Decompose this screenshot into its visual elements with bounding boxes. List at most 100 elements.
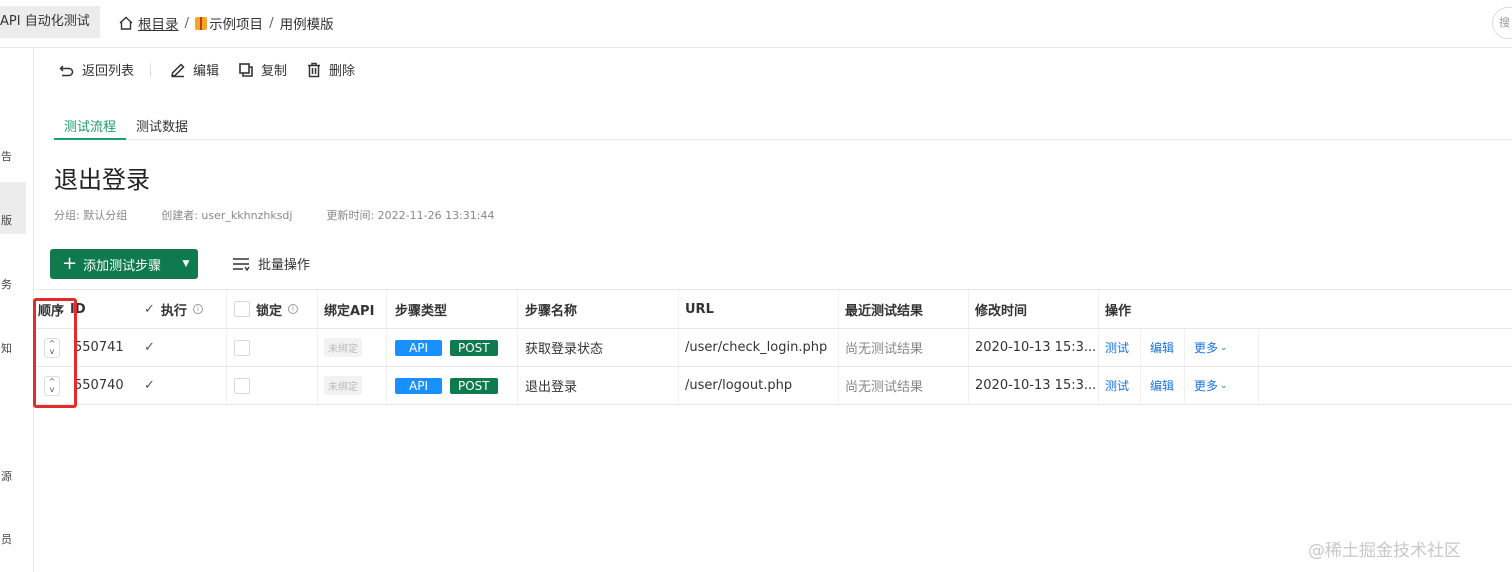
edit-button[interactable]: 编辑 xyxy=(169,60,219,79)
table-header-row: 顺序 ID ✓ 执行 i 锁定 i 绑定API 步骤类型 步骤名称 URL 最近… xyxy=(34,289,1512,329)
lock-all-checkbox[interactable] xyxy=(234,301,250,317)
column-divider xyxy=(968,367,969,404)
toolbar: 返回列表 编辑 复制 删除 xyxy=(58,60,373,79)
column-divider xyxy=(1184,367,1185,404)
tab-test-data[interactable]: 测试数据 xyxy=(126,112,198,140)
step-url: /user/check_login.php xyxy=(685,340,828,355)
back-to-list-button[interactable]: 返回列表 xyxy=(58,60,134,79)
return-icon xyxy=(59,64,74,76)
column-divider xyxy=(838,367,839,404)
back-label: 返回列表 xyxy=(82,64,135,79)
search-button[interactable]: 搜 xyxy=(1492,7,1512,39)
column-divider xyxy=(226,290,227,328)
tab-bar: 测试流程 测试数据 xyxy=(54,112,1512,140)
batch-operation-button[interactable]: 批量操作 xyxy=(232,254,310,273)
edit-label: 编辑 xyxy=(193,64,220,79)
column-divider xyxy=(386,329,387,366)
execute-checkbox[interactable]: ✓ xyxy=(144,329,155,366)
header-lock-label: 锁定 xyxy=(256,303,283,319)
header-ops: 操作 xyxy=(1105,303,1132,319)
tab-test-flow[interactable]: 测试流程 xyxy=(54,112,127,140)
column-divider xyxy=(1140,329,1141,366)
test-link[interactable]: 测试 xyxy=(1105,329,1129,366)
sidebar-item-member[interactable]: 员 xyxy=(0,531,26,547)
column-divider xyxy=(517,367,518,404)
sidebar: 告 版 务 知 源 员 xyxy=(0,48,34,572)
header-bind-api: 绑定API xyxy=(324,303,375,319)
add-step-button[interactable]: + 添加测试步骤 ▼ xyxy=(50,249,198,279)
column-divider xyxy=(317,329,318,366)
column-divider xyxy=(386,290,387,328)
modified-time: 2020-10-13 15:3... xyxy=(975,340,1097,355)
meta-creator: 创建者: user_kkhnzhksdj xyxy=(161,209,293,222)
column-divider xyxy=(838,290,839,328)
last-result: 尚无测试结果 xyxy=(845,342,924,357)
more-link[interactable]: 更多 ⌄ xyxy=(1194,329,1228,366)
edit-link[interactable]: 编辑 xyxy=(1150,367,1174,404)
header-last-result: 最近测试结果 xyxy=(845,303,924,319)
copy-icon xyxy=(239,62,253,77)
column-divider xyxy=(517,329,518,366)
chevron-down-icon: ⌄ xyxy=(1220,380,1228,391)
breadcrumb-separator: / xyxy=(184,15,190,31)
unbound-tag: 未绑定 xyxy=(324,338,362,357)
project-gift-icon xyxy=(195,16,208,30)
check-icon: ✓ xyxy=(144,340,155,355)
column-divider xyxy=(678,290,679,328)
delete-label: 删除 xyxy=(329,64,356,79)
column-divider xyxy=(517,290,518,328)
sidebar-item-notify[interactable]: 知 xyxy=(0,340,26,356)
column-divider xyxy=(1258,367,1259,404)
lock-checkbox[interactable] xyxy=(234,377,250,394)
breadcrumb-project[interactable]: 示例项目 xyxy=(209,13,263,33)
pencil-icon xyxy=(171,62,185,77)
step-url: /user/logout.php xyxy=(685,378,793,393)
column-divider xyxy=(1258,329,1259,366)
trash-icon xyxy=(308,62,321,77)
api-tag: API xyxy=(395,377,442,394)
sidebar-item-task[interactable]: 务 xyxy=(0,276,26,292)
step-name: 获取登录状态 xyxy=(525,342,604,357)
caret-down-icon[interactable]: ▼ xyxy=(174,259,198,269)
column-divider xyxy=(1098,367,1099,404)
breadcrumb: 根目录 / 示例项目 / 用例模版 xyxy=(118,13,334,33)
column-divider xyxy=(1140,367,1141,404)
sidebar-item-resource[interactable]: 源 xyxy=(0,468,26,484)
info-icon: i xyxy=(288,304,299,314)
delete-button[interactable]: 删除 xyxy=(305,60,355,79)
header-modified: 修改时间 xyxy=(975,303,1028,319)
lock-cell xyxy=(234,367,250,404)
post-tag: POST xyxy=(449,339,498,356)
edit-link[interactable]: 编辑 xyxy=(1150,329,1174,366)
more-link[interactable]: 更多 ⌄ xyxy=(1194,367,1228,404)
more-label: 更多 xyxy=(1194,379,1219,393)
header-url: URL xyxy=(685,301,714,317)
execute-checkbox[interactable]: ✓ xyxy=(144,367,155,404)
plus-icon: + xyxy=(62,253,78,274)
table-row: ^ v 550741 ✓ 未绑定 API POST 获取登录状态 /user/ch… xyxy=(34,329,1512,367)
info-icon: i xyxy=(192,304,203,314)
last-result: 尚无测试结果 xyxy=(845,380,924,395)
column-divider xyxy=(1098,290,1099,328)
column-divider xyxy=(968,290,969,328)
execute-all-checkbox[interactable]: ✓ xyxy=(144,302,155,317)
lock-checkbox[interactable] xyxy=(234,339,250,356)
header-lock: 锁定 i xyxy=(234,290,299,328)
breadcrumb-root[interactable]: 根目录 xyxy=(118,13,179,33)
column-divider xyxy=(678,329,679,366)
test-link[interactable]: 测试 xyxy=(1105,367,1129,404)
column-divider xyxy=(838,329,839,366)
step-type-cell: API POST xyxy=(395,329,498,366)
copy-button[interactable]: 复制 xyxy=(237,60,287,79)
row-id: 550740 xyxy=(74,378,124,393)
header-execute-label: 执行 xyxy=(160,303,187,319)
app-title[interactable]: API 自动化测试 xyxy=(0,6,100,38)
row-id: 550741 xyxy=(74,340,124,355)
sidebar-item-report[interactable]: 告 xyxy=(0,148,26,164)
bind-cell: 未绑定 xyxy=(324,367,362,404)
top-bar: API 自动化测试 根目录 / 示例项目 / 用例模版 搜 xyxy=(0,0,1512,48)
column-divider xyxy=(968,329,969,366)
more-label: 更多 xyxy=(1194,341,1219,355)
sidebar-item-template[interactable]: 版 xyxy=(0,182,26,234)
step-name: 退出登录 xyxy=(525,380,578,395)
